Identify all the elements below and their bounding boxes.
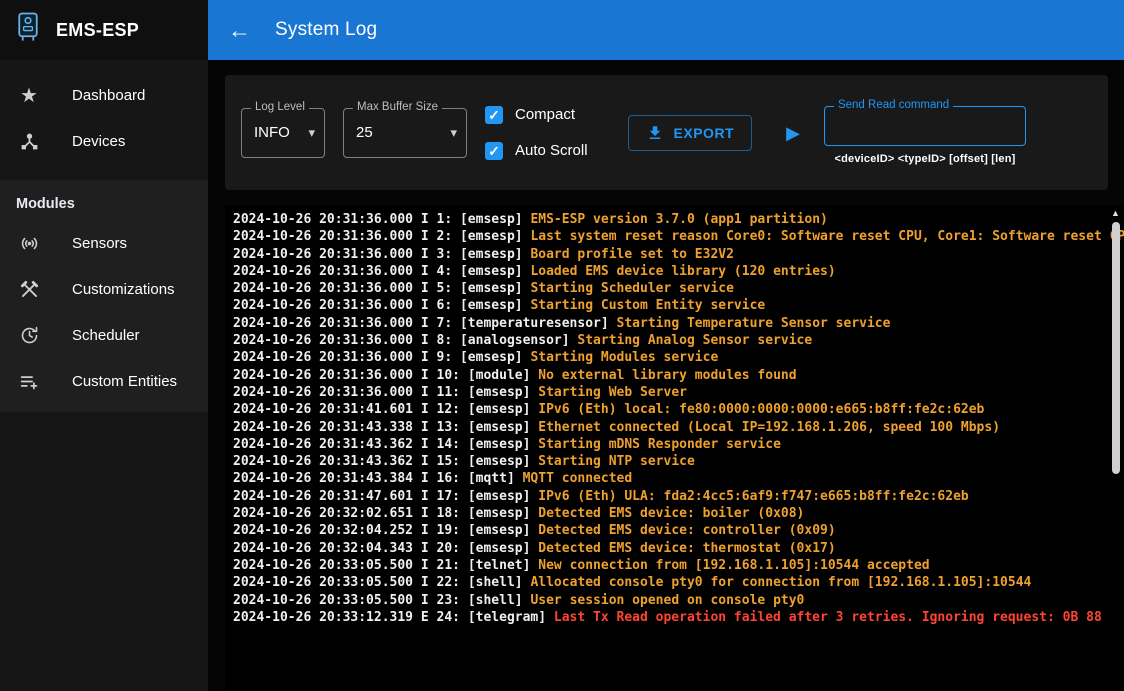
log-line: 2024-10-26 20:31:43.362 I 14: [emsesp] S… (233, 436, 1108, 453)
appbar: ← System Log (208, 0, 1124, 60)
sidebar-item-customizations[interactable]: Customizations (0, 266, 208, 312)
sidebar-header: EMS-ESP (0, 0, 208, 60)
star-icon: ★ (16, 83, 42, 108)
send-read-command-group: Send Read command <deviceID> <typeID> [o… (824, 106, 1026, 165)
log-level-select[interactable]: Log Level INFO ▾ (241, 108, 325, 158)
back-arrow-icon[interactable]: ← (228, 19, 251, 42)
sidebar-item-scheduler[interactable]: Scheduler (0, 312, 208, 358)
log-line: 2024-10-26 20:31:36.000 I 1: [emsesp] EM… (233, 211, 1108, 228)
log-line: 2024-10-26 20:31:36.000 I 10: [module] N… (233, 367, 1108, 384)
log-line: 2024-10-26 20:31:41.601 I 12: [emsesp] I… (233, 401, 1108, 418)
ems-esp-logo-icon (14, 11, 42, 49)
log-line: 2024-10-26 20:31:43.384 I 16: [mqtt] MQT… (233, 470, 1108, 487)
sidebar-item-label: Customizations (72, 281, 175, 298)
checkbox-checked-icon: ✓ (485, 106, 503, 124)
log-line: 2024-10-26 20:31:36.000 I 6: [emsesp] St… (233, 297, 1108, 314)
sensors-icon (16, 233, 42, 254)
scheduler-clock-icon (16, 325, 42, 346)
max-buffer-size-value: 25 (356, 124, 373, 141)
log-lines: 2024-10-26 20:31:36.000 I 1: [emsesp] EM… (233, 211, 1108, 626)
sidebar-item-label: Devices (72, 133, 125, 150)
sidebar: EMS-ESP ★ Dashboard Devices Modules (0, 0, 208, 691)
content: Log Level INFO ▾ Max Buffer Size 25 ▾ ✓ … (208, 60, 1124, 691)
sidebar-item-dashboard[interactable]: ★ Dashboard (0, 72, 208, 118)
download-icon (646, 124, 664, 142)
main-area: ← System Log Log Level INFO ▾ Max Buffer… (208, 0, 1124, 691)
log-line: 2024-10-26 20:32:04.252 I 19: [emsesp] D… (233, 522, 1108, 539)
device-hub-icon (16, 131, 42, 152)
sidebar-item-custom-entities[interactable]: Custom Entities (0, 358, 208, 404)
tools-icon (16, 279, 42, 300)
log-line: 2024-10-26 20:31:36.000 I 2: [emsesp] La… (233, 228, 1108, 245)
modules-section-label: Modules (0, 184, 208, 220)
chevron-down-icon: ▾ (308, 125, 315, 141)
export-button-label: EXPORT (674, 125, 735, 141)
log-line: 2024-10-26 20:33:12.319 E 24: [telegram]… (233, 609, 1108, 626)
send-read-command-label: Send Read command (834, 99, 953, 113)
log-line: 2024-10-26 20:32:04.343 I 20: [emsesp] D… (233, 540, 1108, 557)
log-line: 2024-10-26 20:31:43.362 I 15: [emsesp] S… (233, 453, 1108, 470)
system-log-output[interactable]: 2024-10-26 20:31:36.000 I 1: [emsesp] EM… (225, 205, 1124, 691)
log-line: 2024-10-26 20:31:47.601 I 17: [emsesp] I… (233, 488, 1108, 505)
send-read-command-hint: <deviceID> <typeID> [offset] [len] (834, 153, 1015, 165)
playlist-add-icon (16, 371, 42, 392)
scrollbar-thumb[interactable] (1112, 222, 1120, 474)
log-line: 2024-10-26 20:33:05.500 I 22: [shell] Al… (233, 574, 1108, 591)
log-line: 2024-10-26 20:31:36.000 I 8: [analogsens… (233, 332, 1108, 349)
chevron-down-icon: ▾ (450, 125, 457, 141)
checkbox-checked-icon: ✓ (485, 142, 503, 160)
log-line: 2024-10-26 20:31:36.000 I 11: [emsesp] S… (233, 384, 1108, 401)
log-line: 2024-10-26 20:32:02.651 I 18: [emsesp] D… (233, 505, 1108, 522)
sidebar-item-label: Dashboard (72, 87, 145, 104)
log-level-label: Log Level (251, 101, 309, 115)
log-line: 2024-10-26 20:31:43.338 I 13: [emsesp] E… (233, 419, 1108, 436)
sidebar-item-label: Sensors (72, 235, 127, 252)
log-line: 2024-10-26 20:31:36.000 I 7: [temperatur… (233, 315, 1108, 332)
log-level-value: INFO (254, 124, 290, 141)
max-buffer-size-select[interactable]: Max Buffer Size 25 ▾ (343, 108, 467, 158)
sidebar-menu: ★ Dashboard Devices (0, 60, 208, 164)
log-scrollbar[interactable]: ▲ (1108, 207, 1123, 691)
compact-checkbox[interactable]: ✓ Compact (485, 106, 588, 124)
log-line: 2024-10-26 20:31:36.000 I 4: [emsesp] Lo… (233, 263, 1108, 280)
max-buffer-size-label: Max Buffer Size (353, 101, 442, 115)
auto-scroll-checkbox[interactable]: ✓ Auto Scroll (485, 142, 588, 160)
compact-checkbox-label: Compact (515, 106, 575, 123)
send-read-command-field: Send Read command (824, 106, 1026, 146)
log-line: 2024-10-26 20:31:36.000 I 5: [emsesp] St… (233, 280, 1108, 297)
sidebar-item-sensors[interactable]: Sensors (0, 220, 208, 266)
send-command-play-icon[interactable]: ▶ (786, 124, 800, 142)
log-line: 2024-10-26 20:31:36.000 I 3: [emsesp] Bo… (233, 246, 1108, 263)
app-root: EMS-ESP ★ Dashboard Devices Modules (0, 0, 1124, 691)
checkbox-group: ✓ Compact ✓ Auto Scroll (485, 106, 588, 160)
export-button[interactable]: EXPORT (628, 115, 753, 151)
log-line: 2024-10-26 20:33:05.500 I 21: [telnet] N… (233, 557, 1108, 574)
page-title: System Log (275, 19, 377, 41)
sidebar-item-label: Scheduler (72, 327, 140, 344)
sidebar-item-label: Custom Entities (72, 373, 177, 390)
log-line: 2024-10-26 20:31:36.000 I 9: [emsesp] St… (233, 349, 1108, 366)
sidebar-item-devices[interactable]: Devices (0, 118, 208, 164)
controls-panel: Log Level INFO ▾ Max Buffer Size 25 ▾ ✓ … (225, 75, 1108, 190)
app-title: EMS-ESP (56, 20, 139, 41)
auto-scroll-checkbox-label: Auto Scroll (515, 142, 588, 159)
sidebar-modules-section: Modules Sensors (0, 180, 208, 412)
log-line: 2024-10-26 20:33:05.500 I 23: [shell] Us… (233, 592, 1108, 609)
scroll-up-icon[interactable]: ▲ (1111, 209, 1120, 218)
